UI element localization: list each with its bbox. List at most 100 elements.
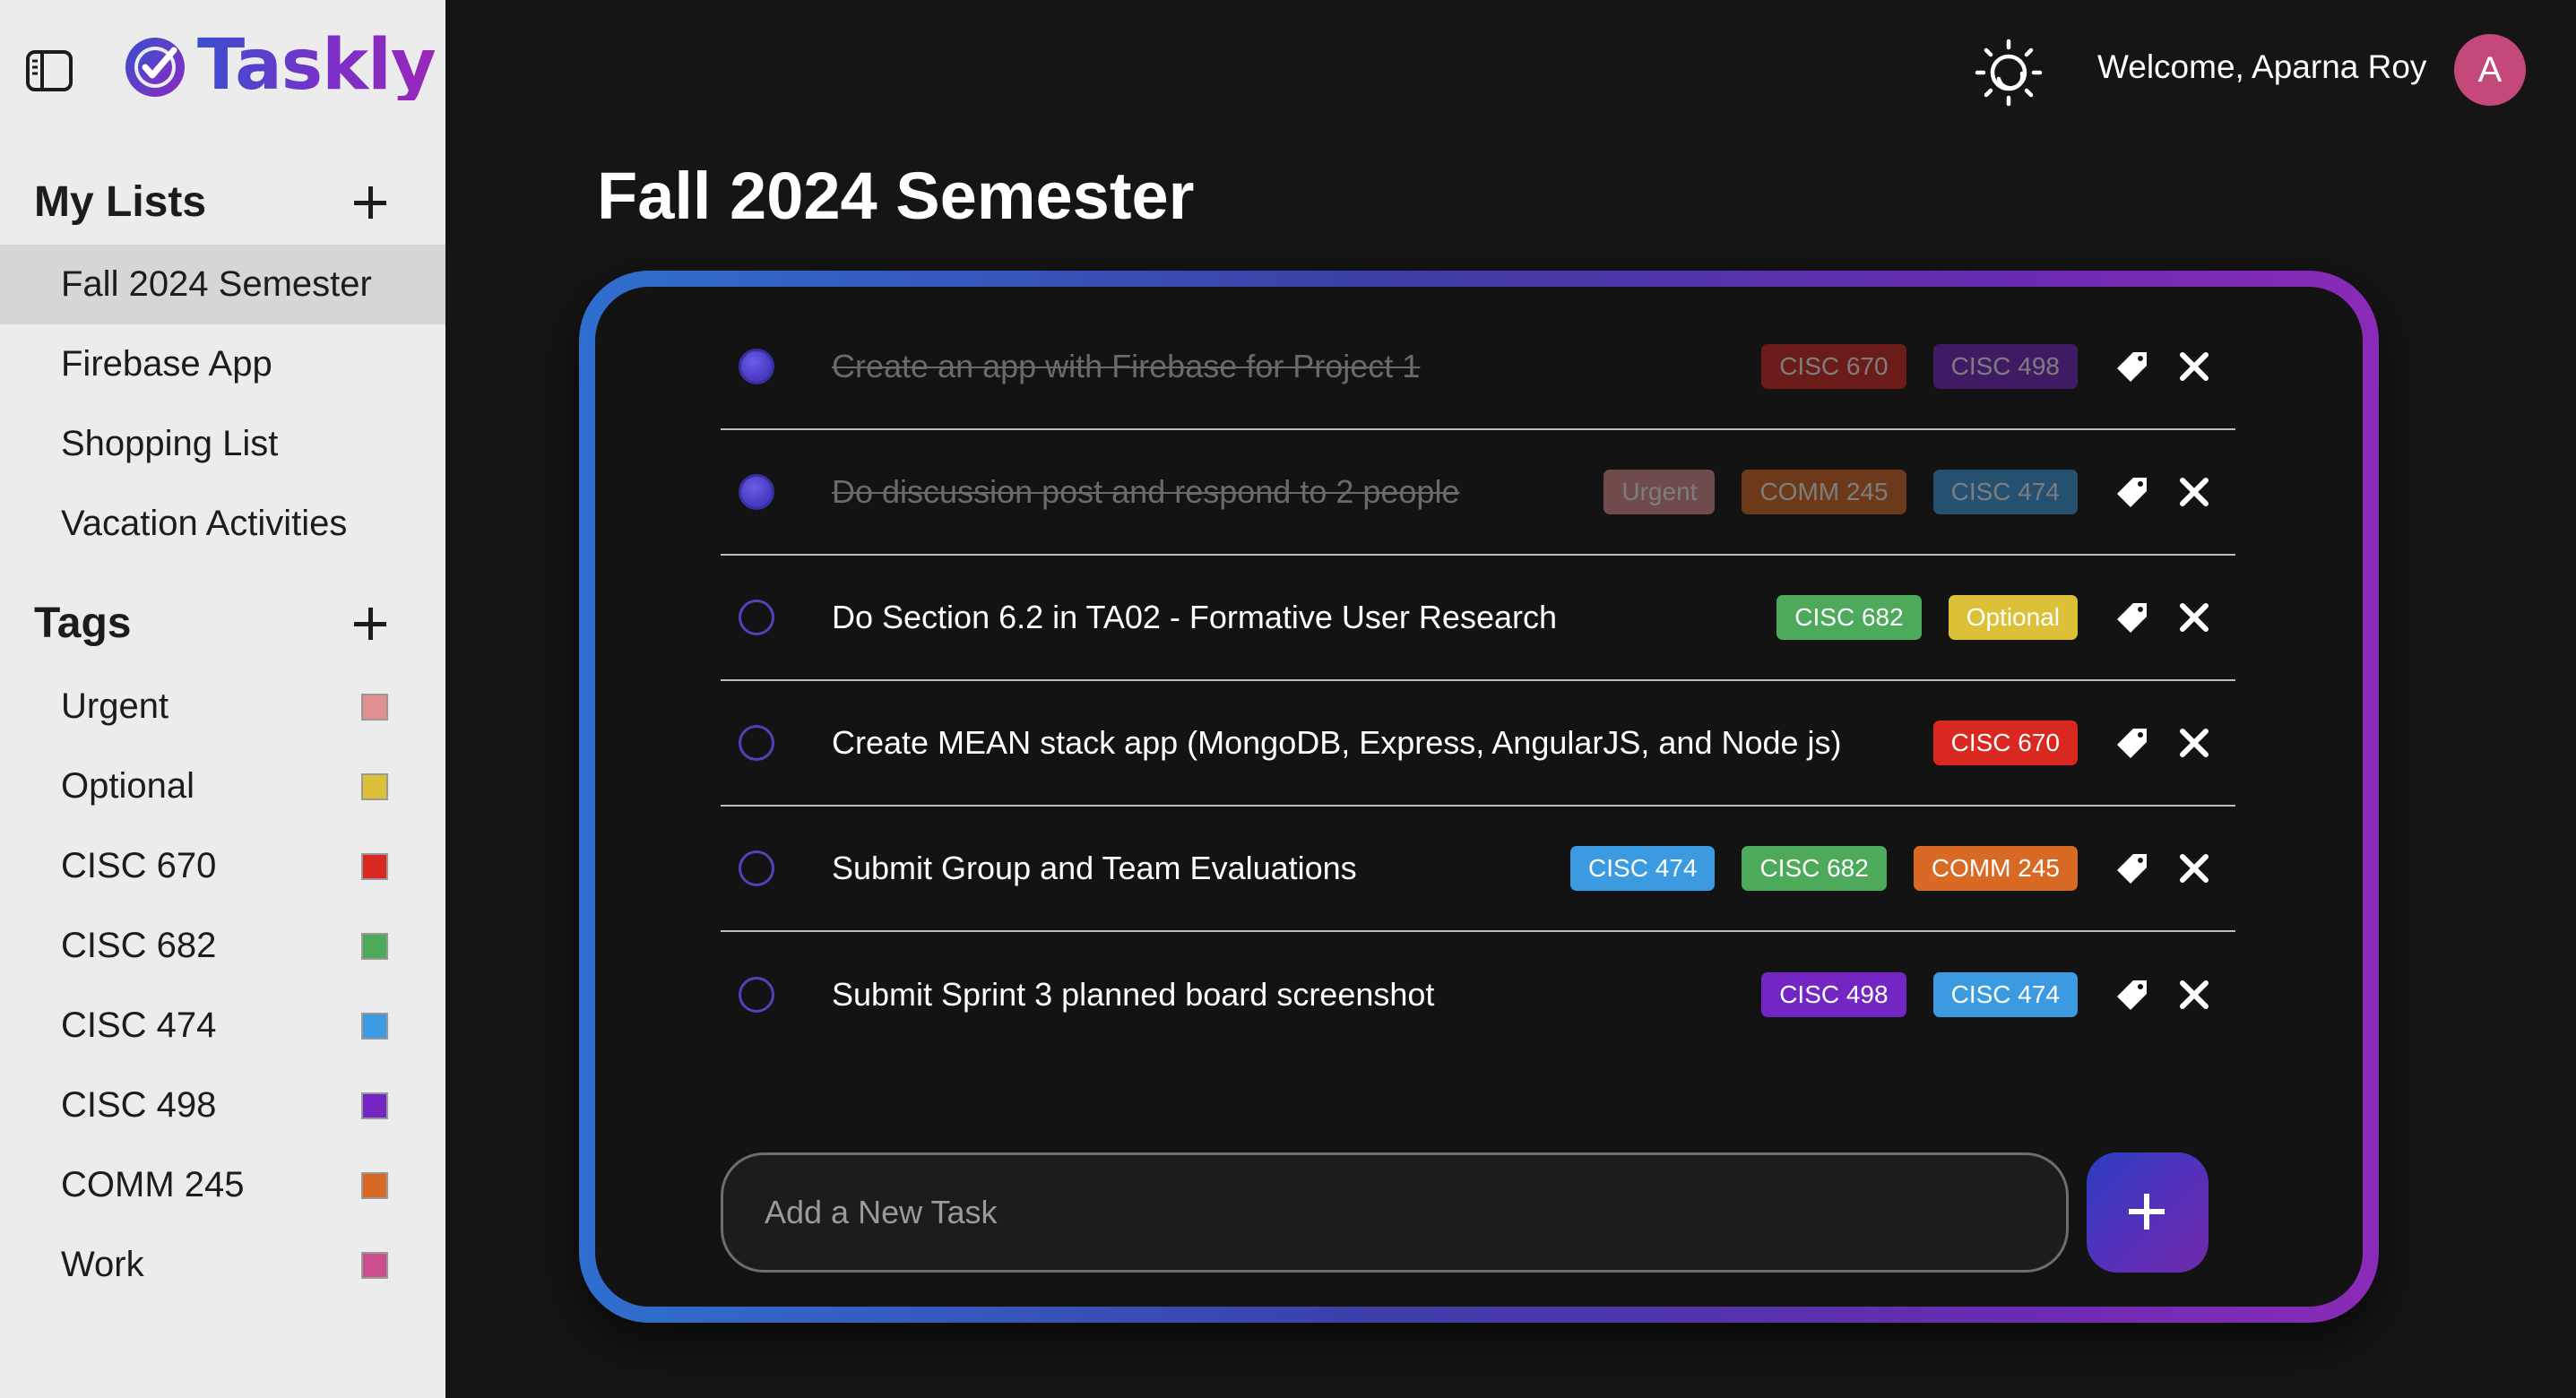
tag-icon[interactable] [2114, 348, 2151, 385]
my-lists-heading: My Lists [34, 177, 207, 226]
app-logo: Taskly [122, 25, 437, 106]
task-tag-badge[interactable]: Optional [1948, 595, 2078, 640]
tags-nav: Urgent Optional CISC 670 CISC 682 CISC 4… [0, 667, 445, 1305]
tag-label: Urgent [61, 686, 169, 726]
add-list-button[interactable] [348, 179, 393, 224]
sidebar-item-tag[interactable]: CISC 498 [0, 1066, 445, 1145]
task-card-inner: Create an app with Firebase for Project … [595, 287, 2363, 1307]
avatar[interactable]: A [2454, 34, 2526, 106]
tag-label: Work [61, 1245, 144, 1284]
tags-header: Tags [34, 591, 393, 654]
add-task-row [721, 1152, 2217, 1274]
my-lists-header: My Lists [34, 170, 393, 233]
tag-color-swatch [361, 852, 388, 880]
task-tags: CISC 498 CISC 474 [1761, 972, 2078, 1017]
sidebar-item-tag[interactable]: Work [0, 1225, 445, 1305]
sidebar-item-list[interactable]: Shopping List [0, 404, 445, 484]
task-tag-badge[interactable]: CISC 682 [1776, 595, 1922, 640]
task-row: Submit Group and Team Evaluations CISC 47… [721, 807, 2235, 932]
tag-label: COMM 245 [61, 1165, 245, 1204]
app-name: Taskly [197, 25, 437, 106]
delete-task-icon[interactable] [2178, 476, 2210, 508]
list-label: Vacation Activities [61, 504, 348, 543]
delete-task-icon[interactable] [2178, 979, 2210, 1011]
sidebar-item-list[interactable]: Firebase App [0, 324, 445, 404]
sidebar-item-tag[interactable]: Optional [0, 746, 445, 826]
tag-color-swatch [361, 1251, 388, 1279]
task-text[interactable]: Do discussion post and respond to 2 peop… [832, 473, 1459, 511]
tag-color-swatch [361, 772, 388, 800]
task-text[interactable]: Do Section 6.2 in TA02 - Formative User … [832, 599, 1557, 636]
task-tags: CISC 670 CISC 498 [1761, 344, 2078, 389]
tag-label: CISC 498 [61, 1085, 217, 1125]
sidebar: Taskly My Lists Fall 2024 Semester Fireb… [0, 0, 445, 1398]
tag-color-swatch [361, 1012, 388, 1040]
task-tag-badge[interactable]: Urgent [1604, 470, 1716, 514]
task-tag-badge[interactable]: CISC 498 [1761, 972, 1906, 1017]
task-checkbox[interactable] [739, 850, 774, 886]
check-circle-logo-icon [125, 38, 185, 97]
tag-icon[interactable] [2114, 599, 2151, 636]
tag-icon[interactable] [2114, 976, 2151, 1014]
task-tag-badge[interactable]: CISC 498 [1932, 344, 2078, 389]
sidebar-item-tag[interactable]: CISC 682 [0, 906, 445, 986]
tag-label: CISC 670 [61, 846, 217, 885]
task-tag-badge[interactable]: CISC 474 [1932, 470, 2078, 514]
add-task-button[interactable] [2087, 1152, 2209, 1273]
sidebar-item-tag[interactable]: COMM 245 [0, 1145, 445, 1225]
task-tag-badge[interactable]: COMM 245 [1742, 470, 1906, 514]
task-tags: CISC 682 Optional [1776, 595, 2078, 640]
page-title: Fall 2024 Semester [597, 159, 1195, 233]
task-tag-badge[interactable]: CISC 474 [1932, 972, 2078, 1017]
task-tag-badge[interactable]: CISC 682 [1742, 846, 1887, 891]
task-row: Submit Sprint 3 planned board screenshot… [721, 932, 2235, 1057]
delete-task-icon[interactable] [2178, 601, 2210, 634]
sidebar-item-tag[interactable]: CISC 670 [0, 826, 445, 906]
list-label: Shopping List [61, 424, 279, 463]
lists-nav: Fall 2024 Semester Firebase App Shopping… [0, 245, 445, 564]
task-text[interactable]: Create an app with Firebase for Project … [832, 348, 1420, 385]
new-task-input[interactable] [721, 1152, 2069, 1273]
sidebar-item-tag[interactable]: CISC 474 [0, 986, 445, 1066]
tag-label: Optional [61, 766, 194, 806]
task-row: Do Section 6.2 in TA02 - Formative User … [721, 556, 2235, 681]
task-text[interactable]: Create MEAN stack app (MongoDB, Express,… [832, 724, 1842, 762]
sidebar-item-list[interactable]: Fall 2024 Semester [0, 245, 445, 324]
tag-icon[interactable] [2114, 850, 2151, 887]
theme-toggle-sun-icon[interactable] [1970, 34, 2047, 111]
task-checkbox-checked[interactable] [739, 474, 774, 510]
task-row: Do discussion post and respond to 2 peop… [721, 430, 2235, 556]
task-tag-badge[interactable]: COMM 245 [1913, 846, 2078, 891]
sidebar-toggle-icon[interactable] [23, 45, 75, 97]
task-checkbox[interactable] [739, 600, 774, 635]
task-row: Create MEAN stack app (MongoDB, Express,… [721, 681, 2235, 807]
task-tag-badge[interactable]: CISC 670 [1932, 721, 2078, 765]
task-text[interactable]: Submit Sprint 3 planned board screenshot [832, 976, 1434, 1014]
task-row: Create an app with Firebase for Project … [721, 305, 2235, 430]
task-card: Create an app with Firebase for Project … [579, 271, 2379, 1323]
task-checkbox[interactable] [739, 977, 774, 1013]
delete-task-icon[interactable] [2178, 350, 2210, 383]
welcome-text: Welcome, Aparna Roy [2097, 48, 2427, 85]
task-tag-badge[interactable]: CISC 474 [1570, 846, 1716, 891]
list-label: Fall 2024 Semester [61, 264, 372, 304]
delete-task-icon[interactable] [2178, 727, 2210, 759]
task-tags: Urgent COMM 245 CISC 474 [1604, 470, 2078, 514]
task-text[interactable]: Submit Group and Team Evaluations [832, 850, 1357, 887]
sidebar-item-list[interactable]: Vacation Activities [0, 484, 445, 564]
task-tags: CISC 670 [1932, 721, 2078, 765]
tag-color-swatch [361, 1092, 388, 1119]
task-checkbox-checked[interactable] [739, 349, 774, 384]
task-tag-badge[interactable]: CISC 670 [1761, 344, 1906, 389]
task-checkbox[interactable] [739, 725, 774, 761]
tag-label: CISC 682 [61, 926, 217, 965]
sidebar-item-tag[interactable]: Urgent [0, 667, 445, 746]
list-label: Firebase App [61, 344, 272, 384]
delete-task-icon[interactable] [2178, 852, 2210, 885]
tag-color-swatch [361, 932, 388, 960]
tags-heading: Tags [34, 599, 132, 647]
tag-label: CISC 474 [61, 1005, 217, 1045]
tag-icon[interactable] [2114, 724, 2151, 762]
tag-icon[interactable] [2114, 473, 2151, 511]
add-tag-button[interactable] [348, 600, 393, 645]
